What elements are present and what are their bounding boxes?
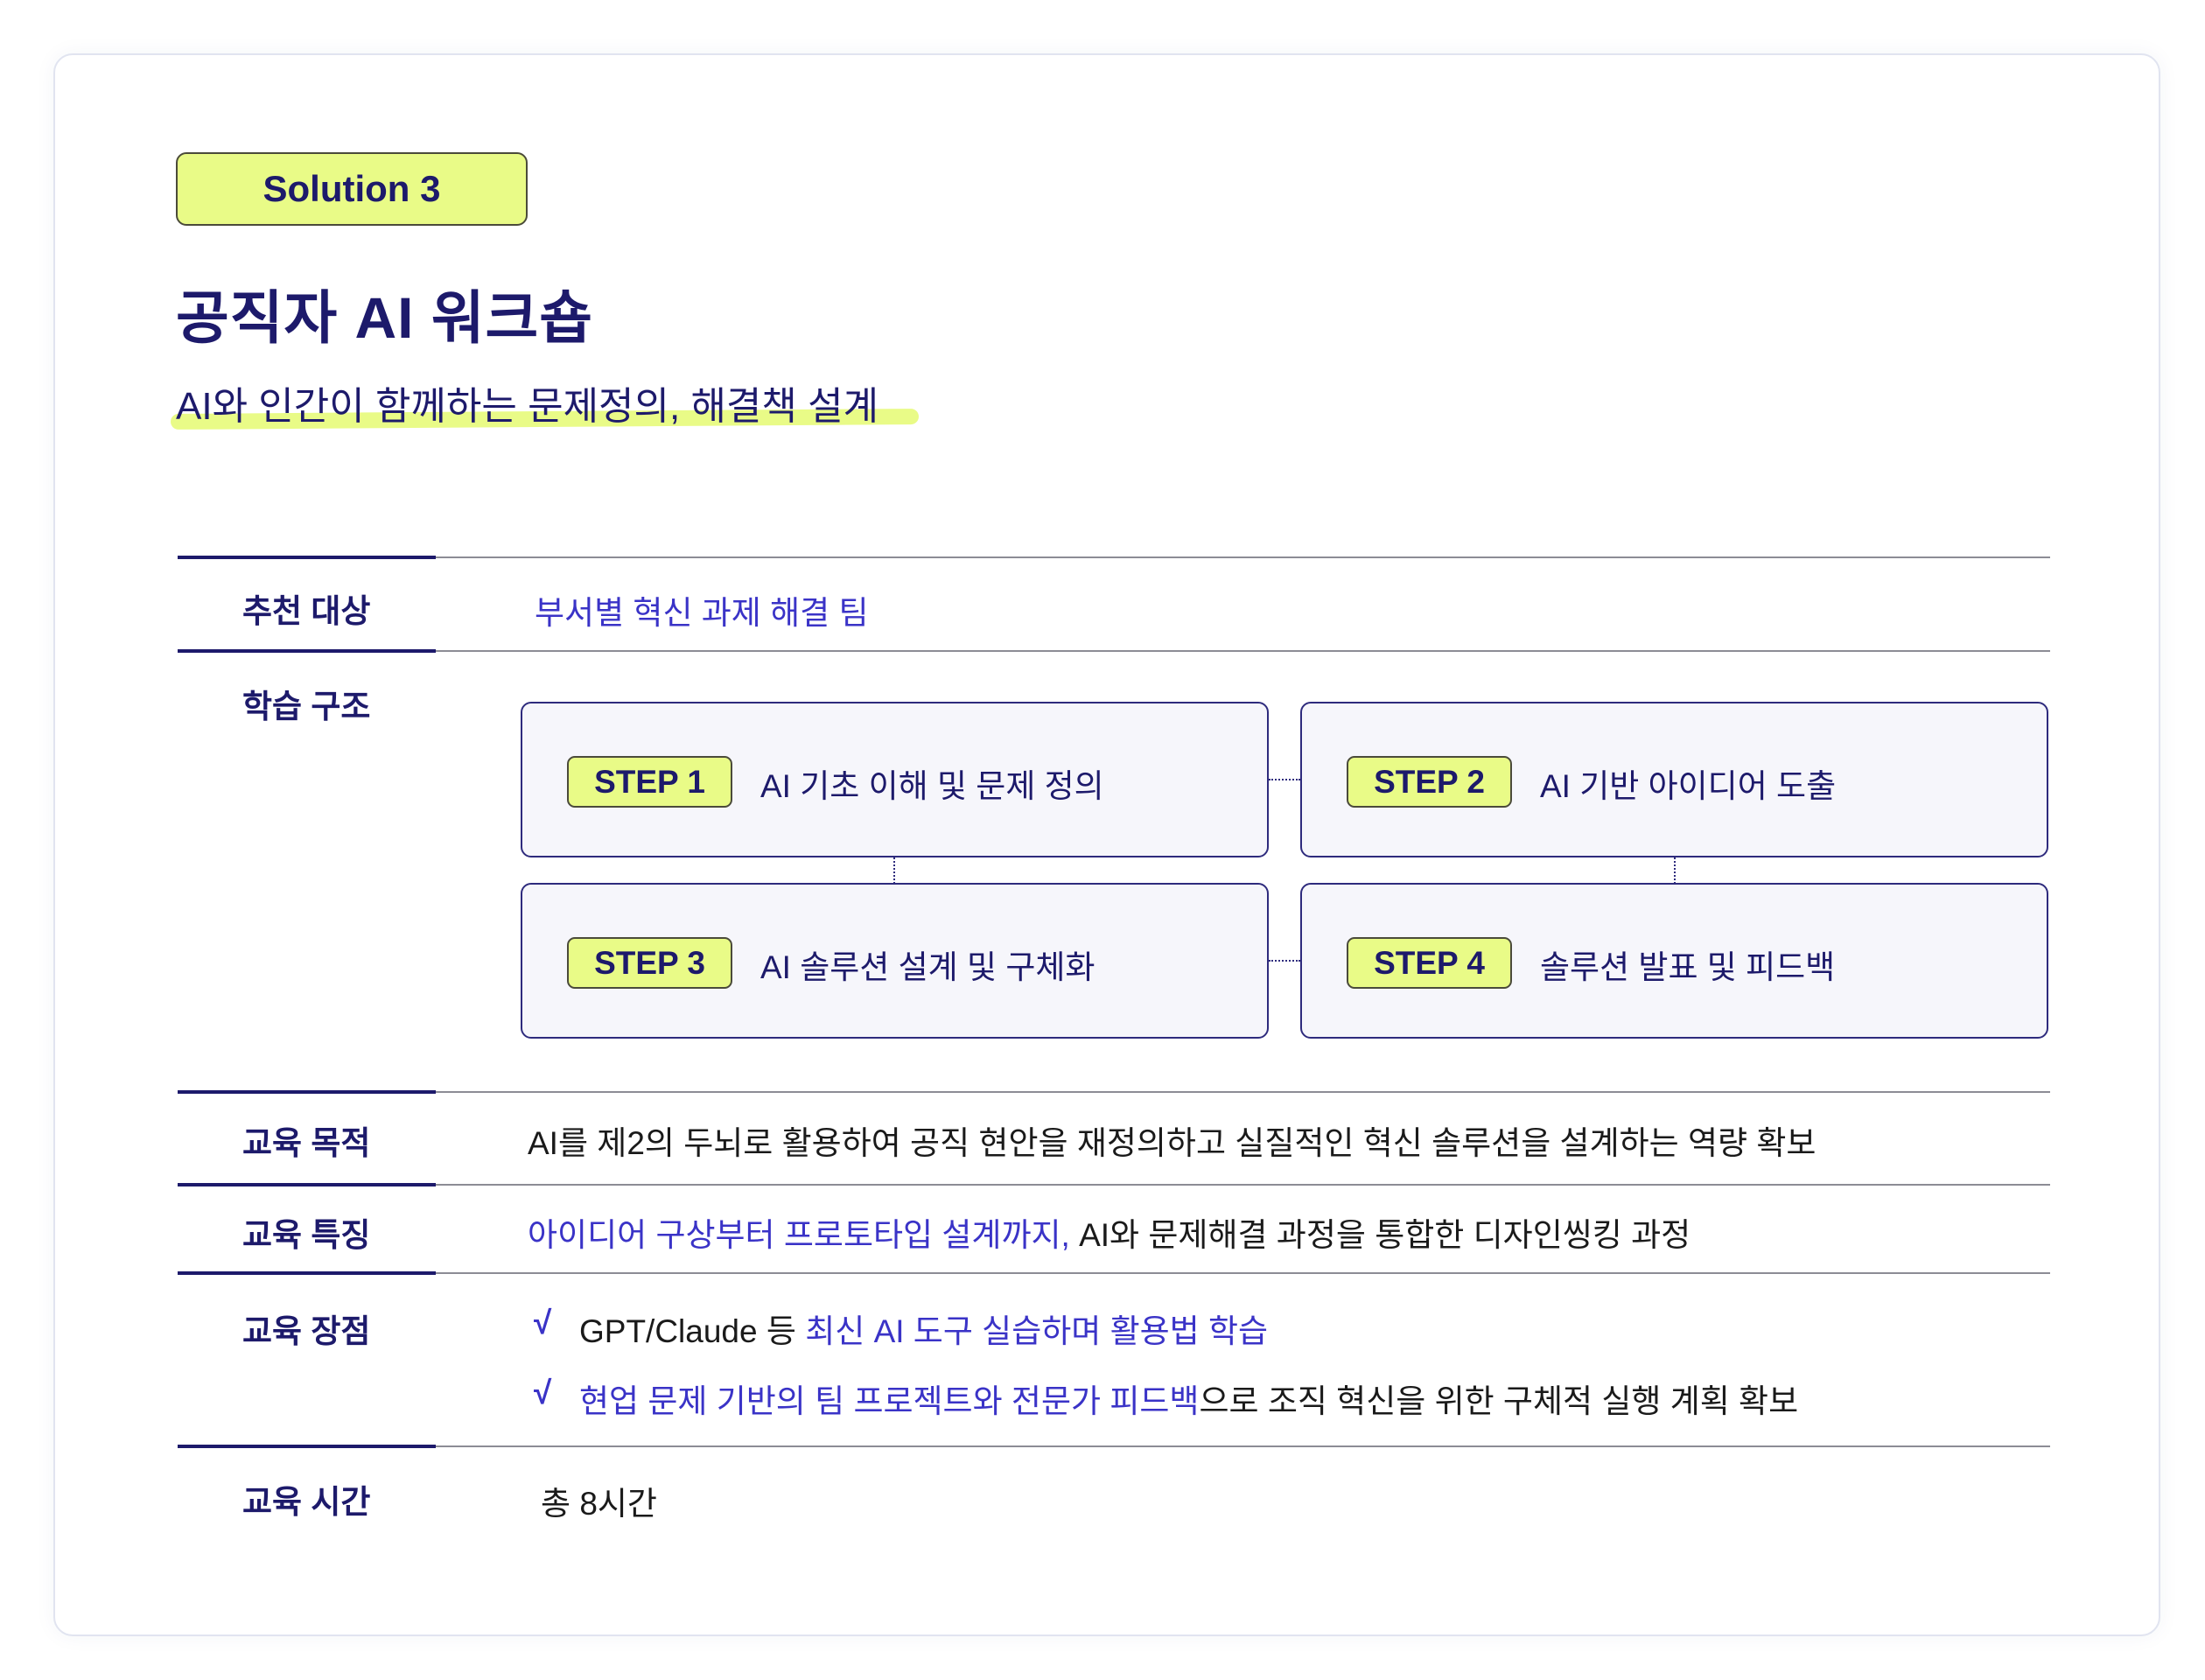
- value-purpose: AI를 제2의 두뇌로 활용하여 공직 현안을 재정의하고 실질적인 혁신 솔루…: [528, 1125, 1816, 1161]
- value-time: 총 8시간: [541, 1486, 657, 1522]
- subtitle-block: AI와 인간이 함께하는 문제정의, 해결책 설계: [170, 374, 920, 430]
- row-divider: [178, 1183, 2050, 1186]
- page-subtitle: AI와 인간이 함께하는 문제정의, 해결책 설계: [176, 385, 879, 428]
- step-connector: [1674, 858, 1676, 884]
- step-badge-4: STEP 4: [1347, 937, 1512, 989]
- value-feature: 아이디어 구상부터 프로토타입 설계까지, AI와 문제해결 과정을 통합한 디…: [528, 1208, 1690, 1256]
- advantage-item-1-text: GPT/Claude 등: [579, 1313, 806, 1349]
- feature-text: AI와 문제해결 과정을 통합한 디자인씽킹 과정: [1069, 1217, 1691, 1253]
- label-feature: 교육 특징: [242, 1217, 371, 1253]
- step-badge-3: STEP 3: [567, 937, 732, 989]
- advantage-item-2-highlight: 현업 문제 기반의 팀 프로젝트와 전문가 피드백: [579, 1383, 1200, 1419]
- advantage-item-2-rest: 으로 조직 혁신을 위한 구체적 실행 계획 확보: [1199, 1383, 1799, 1419]
- row-divider: [178, 649, 2050, 653]
- step-connector: [1269, 779, 1300, 780]
- row-divider: [178, 556, 2050, 559]
- step-text-1: AI 기초 이해 및 문제 정의: [760, 768, 1104, 804]
- row-divider: [178, 1445, 2050, 1448]
- label-time: 교육 시간: [242, 1484, 371, 1520]
- label-target: 추천 대상: [242, 593, 371, 629]
- value-target: 부서별 혁신 과제 해결 팀: [535, 595, 869, 631]
- row-divider: [178, 1271, 2050, 1275]
- step-card-4: STEP 4 솔루션 발표 및 피드백: [1300, 883, 2048, 1039]
- step-card-3: STEP 3 AI 솔루션 설계 및 구체화: [521, 883, 1269, 1039]
- step-text-4: 솔루션 발표 및 피드백: [1540, 949, 1836, 985]
- page-title: 공직자 AI 워크숍: [176, 285, 593, 350]
- solution-badge: Solution 3: [176, 152, 528, 226]
- step-card-2: STEP 2 AI 기반 아이디어 도출: [1300, 702, 2048, 858]
- step-card-1: STEP 1 AI 기초 이해 및 문제 정의: [521, 702, 1269, 858]
- step-badge-1: STEP 1: [567, 756, 732, 808]
- check-icon: √: [534, 1375, 552, 1410]
- step-text-2: AI 기반 아이디어 도출: [1540, 768, 1837, 804]
- label-advantage: 교육 장점: [242, 1313, 371, 1349]
- label-purpose: 교육 목적: [242, 1125, 371, 1161]
- step-connector: [893, 858, 895, 884]
- step-text-3: AI 솔루션 설계 및 구체화: [760, 949, 1096, 985]
- step-connector: [1269, 960, 1300, 962]
- feature-highlight: 아이디어 구상부터 프로토타입 설계까지,: [528, 1217, 1070, 1253]
- row-divider: [178, 1090, 2050, 1094]
- check-icon: √: [534, 1305, 552, 1340]
- advantage-item-1-highlight: 최신 AI 도구 실습하며 활용법 학습: [805, 1313, 1269, 1349]
- step-badge-2: STEP 2: [1347, 756, 1512, 808]
- advantage-item-2: 현업 문제 기반의 팀 프로젝트와 전문가 피드백으로 조직 혁신을 위한 구체…: [579, 1375, 1798, 1422]
- advantage-item-1: GPT/Claude 등 최신 AI 도구 실습하며 활용법 학습: [579, 1305, 1268, 1352]
- label-structure: 학습 구조: [242, 689, 371, 724]
